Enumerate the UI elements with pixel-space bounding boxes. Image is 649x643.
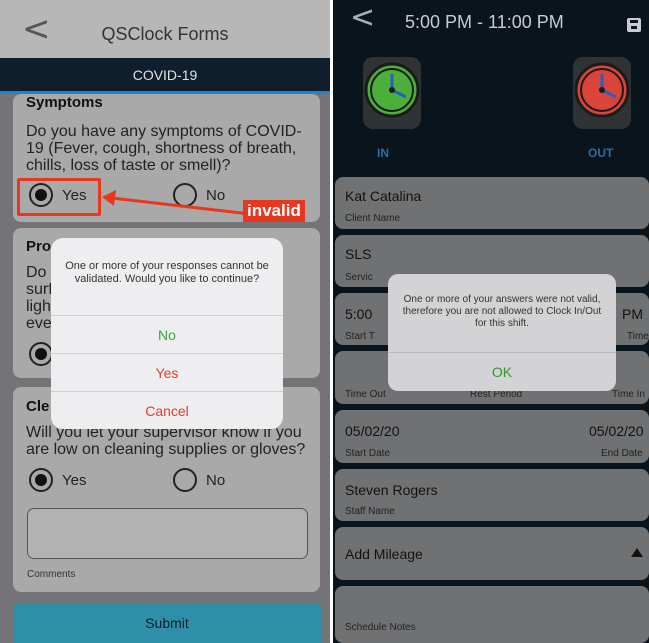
cleaning-no-radio[interactable] <box>173 468 197 492</box>
client-name-field: Kat Catalina Client Name <box>335 177 649 229</box>
protection-line-2: surf <box>26 281 53 298</box>
cleaning-no-label: No <box>206 472 226 489</box>
forms-header: < QSClock Forms <box>0 0 330 58</box>
back-chevron-icon[interactable]: < <box>350 3 375 33</box>
cleaning-title: Cle <box>26 398 50 415</box>
clock-out-button[interactable] <box>573 57 631 129</box>
validation-dialog: One or more of your responses cannot be … <box>51 238 283 429</box>
submit-button[interactable]: Submit <box>13 603 321 643</box>
add-mileage-label: Add Mileage <box>345 546 423 562</box>
time-out-label: Time Out <box>345 389 386 400</box>
invalid-arrow-icon <box>102 190 251 216</box>
screenshot-stage: < QSClock Forms COVID-19 Symptoms Do you… <box>0 0 649 643</box>
service-value: SLS <box>345 246 372 262</box>
symptoms-question: Do you have any symptoms of COVID-19 (Fe… <box>26 123 302 174</box>
end-time-value: PM <box>622 306 643 322</box>
start-time-label: Start T <box>345 331 375 342</box>
save-icon[interactable] <box>627 18 641 32</box>
dialog-no-button[interactable]: No <box>51 315 283 353</box>
protection-yes-radio[interactable] <box>29 342 53 366</box>
shift-time-title: 5:00 PM - 11:00 PM <box>405 12 564 32</box>
cleaning-question: Will you let your supervisor know if you… <box>26 424 306 458</box>
comments-label: Comments <box>27 569 76 580</box>
dialog-cancel-button[interactable]: Cancel <box>51 391 283 429</box>
dialog-yes-button[interactable]: Yes <box>51 353 283 391</box>
expand-arrow-icon[interactable] <box>631 548 643 557</box>
clock-out-icon <box>574 62 630 118</box>
tab-covid19[interactable]: COVID-19 <box>0 67 330 83</box>
comments-textarea[interactable] <box>27 508 308 559</box>
cleaning-yes-label: Yes <box>62 472 87 489</box>
dialog-message: One or more of your answers were not val… <box>402 294 602 329</box>
end-date-value: 05/02/20 <box>589 423 644 439</box>
dialog-message: One or more of your responses cannot be … <box>65 260 269 285</box>
invalid-label: invalid <box>243 200 305 222</box>
clock-in-label: IN <box>377 146 389 160</box>
dates-field: 05/02/20 Start Date 05/02/20 End Date <box>335 410 649 463</box>
service-label: Servic <box>345 272 373 283</box>
protection-line-4: eve <box>26 315 52 332</box>
schedule-notes-field[interactable]: Schedule Notes <box>335 586 649 643</box>
invalid-highlight-box <box>17 178 101 216</box>
staff-name-label: Staff Name <box>345 506 395 517</box>
clock-in-button[interactable] <box>363 57 421 129</box>
symptoms-title: Symptoms <box>26 94 103 111</box>
protection-line-1: Do <box>26 264 47 281</box>
dialog-ok-button[interactable]: OK <box>388 352 616 391</box>
tab-bar: COVID-19 <box>0 58 330 93</box>
staff-name-value: Steven Rogers <box>345 482 438 498</box>
time-in-label: Time In <box>612 389 645 400</box>
cleaning-yes-radio[interactable] <box>29 468 53 492</box>
start-time-value: 5:00 <box>345 306 373 322</box>
protection-line-3: ligh <box>26 298 51 315</box>
staff-name-field: Steven Rogers Staff Name <box>335 469 649 521</box>
protection-title: Pro <box>26 238 52 255</box>
clock-in-icon <box>364 62 420 118</box>
client-name-value: Kat Catalina <box>345 188 422 204</box>
end-date-label: End Date <box>601 448 643 459</box>
shift-screen: < 5:00 PM - 11:00 PM IN OUT Kat Catalina… <box>333 0 649 643</box>
end-time-label: Time <box>627 331 649 342</box>
forms-screen: < QSClock Forms COVID-19 Symptoms Do you… <box>0 0 330 643</box>
not-valid-dialog: One or more of your answers were not val… <box>388 274 616 391</box>
start-date-value: 05/02/20 <box>345 423 400 439</box>
add-mileage-row[interactable]: Add Mileage <box>335 527 649 580</box>
client-name-label: Client Name <box>345 213 401 224</box>
page-title: QSClock Forms <box>101 24 229 44</box>
clock-out-label: OUT <box>588 146 614 160</box>
schedule-notes-label: Schedule Notes <box>345 622 416 633</box>
start-date-label: Start Date <box>345 448 391 459</box>
